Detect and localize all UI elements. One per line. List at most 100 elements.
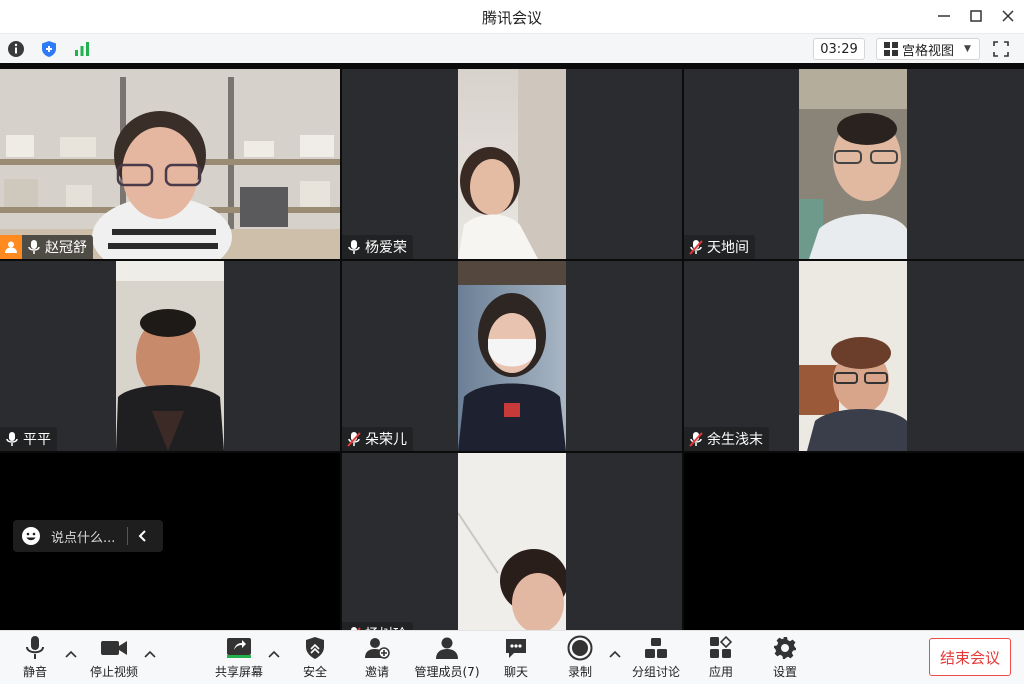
microphone-icon xyxy=(4,431,20,447)
manage-members-label: 管理成员(7) xyxy=(414,665,480,679)
emoji-icon[interactable] xyxy=(21,526,41,546)
participant-video-image xyxy=(458,261,566,451)
signal-bars-icon xyxy=(75,42,89,56)
chat-placeholder: 说点什么... xyxy=(51,530,116,546)
video-tile[interactable]: 平平 xyxy=(0,261,340,451)
participant-name: 杨爱荣 xyxy=(365,240,407,256)
video-feed xyxy=(799,69,907,259)
info-button[interactable] xyxy=(6,39,26,59)
video-tile[interactable]: 杨爱荣 xyxy=(342,69,682,259)
chevron-down-icon: ▼ xyxy=(964,44,971,54)
grid-view-icon xyxy=(884,42,898,56)
video-tile[interactable]: 朵荣儿 xyxy=(342,261,682,451)
close-button[interactable] xyxy=(994,4,1022,28)
shield-icon xyxy=(42,41,56,57)
share-screen-label: 共享屏幕 xyxy=(214,665,263,679)
minimize-icon xyxy=(938,15,950,17)
settings-label: 设置 xyxy=(772,665,797,679)
title-bar: 腾讯会议 xyxy=(0,0,1024,33)
video-feed xyxy=(799,261,907,451)
chat-bubble-icon xyxy=(502,635,530,661)
microphone-icon xyxy=(346,239,362,255)
minimize-button[interactable] xyxy=(930,4,958,28)
view-mode-label: 宫格视图 xyxy=(902,43,955,59)
record-options-button[interactable] xyxy=(608,647,622,661)
participant-video-image xyxy=(457,453,568,634)
microphone-muted-icon xyxy=(688,239,704,255)
video-feed xyxy=(0,69,340,259)
window-title: 腾讯会议 xyxy=(481,9,542,27)
maximize-icon xyxy=(970,10,982,22)
audio-options-button[interactable] xyxy=(64,647,78,661)
invite-user-icon xyxy=(363,635,391,661)
participant-name-badge: 余生浅末 xyxy=(684,427,769,451)
breakout-rooms-icon xyxy=(642,635,670,661)
participant-name-badge: 赵冠舒 xyxy=(0,235,93,259)
apps-label: 应用 xyxy=(708,665,733,679)
network-signal-button[interactable] xyxy=(72,39,92,59)
invite-button[interactable]: 邀请 xyxy=(362,635,392,681)
record-button[interactable]: 录制 xyxy=(565,635,595,681)
participant-video-image xyxy=(0,69,340,259)
collapse-chat-button[interactable] xyxy=(136,529,150,543)
empty-tile xyxy=(684,453,1024,634)
meeting-info-bar: 03:29 宫格视图 ▼ xyxy=(0,33,1024,63)
apps-button[interactable]: 应用 xyxy=(706,635,736,681)
security-label: 安全 xyxy=(302,665,327,679)
participant-video-image xyxy=(458,69,566,259)
share-options-button[interactable] xyxy=(267,647,281,661)
stop-video-button[interactable]: 停止视频 xyxy=(88,635,140,681)
microphone-icon xyxy=(26,239,42,255)
breakout-rooms-button[interactable]: 分组讨论 xyxy=(632,635,680,681)
chat-label: 聊天 xyxy=(503,665,528,679)
share-screen-icon xyxy=(225,635,253,661)
fullscreen-button[interactable] xyxy=(990,39,1012,59)
record-icon xyxy=(566,635,594,661)
participant-name: 余生浅末 xyxy=(707,432,763,448)
participant-video-image xyxy=(116,261,224,451)
video-feed xyxy=(457,453,568,634)
video-tile[interactable]: 杨树玲 xyxy=(342,453,682,634)
video-tile[interactable]: 天地间 xyxy=(684,69,1024,259)
participant-name: 天地间 xyxy=(707,240,749,256)
members-icon xyxy=(433,635,461,661)
close-icon xyxy=(1002,10,1014,22)
microphone-icon xyxy=(21,635,49,661)
apps-grid-icon xyxy=(707,635,735,661)
divider xyxy=(127,527,129,545)
participant-video-image xyxy=(799,261,907,451)
participant-name-badge: 杨爱荣 xyxy=(342,235,413,259)
manage-members-button[interactable]: 管理成员(7) xyxy=(414,635,480,681)
chevron-left-icon xyxy=(138,530,147,542)
fullscreen-icon xyxy=(993,41,1009,57)
mute-button[interactable]: 静音 xyxy=(20,635,50,681)
security-shield-button[interactable] xyxy=(39,39,59,59)
chevron-up-icon xyxy=(268,650,280,658)
mute-label: 静音 xyxy=(22,665,47,679)
maximize-button[interactable] xyxy=(962,4,990,28)
settings-button[interactable]: 设置 xyxy=(770,635,800,681)
video-camera-icon xyxy=(100,635,128,661)
participant-video-image xyxy=(799,69,907,259)
quick-chat-input[interactable]: 说点什么... xyxy=(13,520,163,552)
video-grid: 赵冠舒 杨爱荣 天地间 平平 朵荣儿 余生浅末 说点什么... xyxy=(0,63,1024,634)
participant-name: 平平 xyxy=(23,432,51,448)
video-feed xyxy=(116,261,224,451)
gear-icon xyxy=(771,635,799,661)
share-screen-button[interactable]: 共享屏幕 xyxy=(214,635,264,681)
video-options-button[interactable] xyxy=(143,647,157,661)
chevron-up-icon xyxy=(609,650,621,658)
meeting-toolbar: 静音 停止视频 共享屏幕 安全 邀请 管理成员(7) 聊天 录制 分组讨论 应用… xyxy=(0,630,1024,684)
participant-name: 朵荣儿 xyxy=(365,432,407,448)
chat-button[interactable]: 聊天 xyxy=(501,635,531,681)
view-mode-dropdown[interactable]: 宫格视图 ▼ xyxy=(876,38,980,60)
chevron-up-icon xyxy=(144,650,156,658)
meeting-timer: 03:29 xyxy=(813,38,865,60)
record-label: 录制 xyxy=(567,665,592,679)
video-tile[interactable]: 余生浅末 xyxy=(684,261,1024,451)
video-feed xyxy=(458,69,566,259)
end-meeting-button[interactable]: 结束会议 xyxy=(929,638,1011,676)
security-button[interactable]: 安全 xyxy=(300,635,330,681)
video-tile[interactable]: 赵冠舒 xyxy=(0,69,340,259)
breakout-label: 分组讨论 xyxy=(632,665,681,679)
